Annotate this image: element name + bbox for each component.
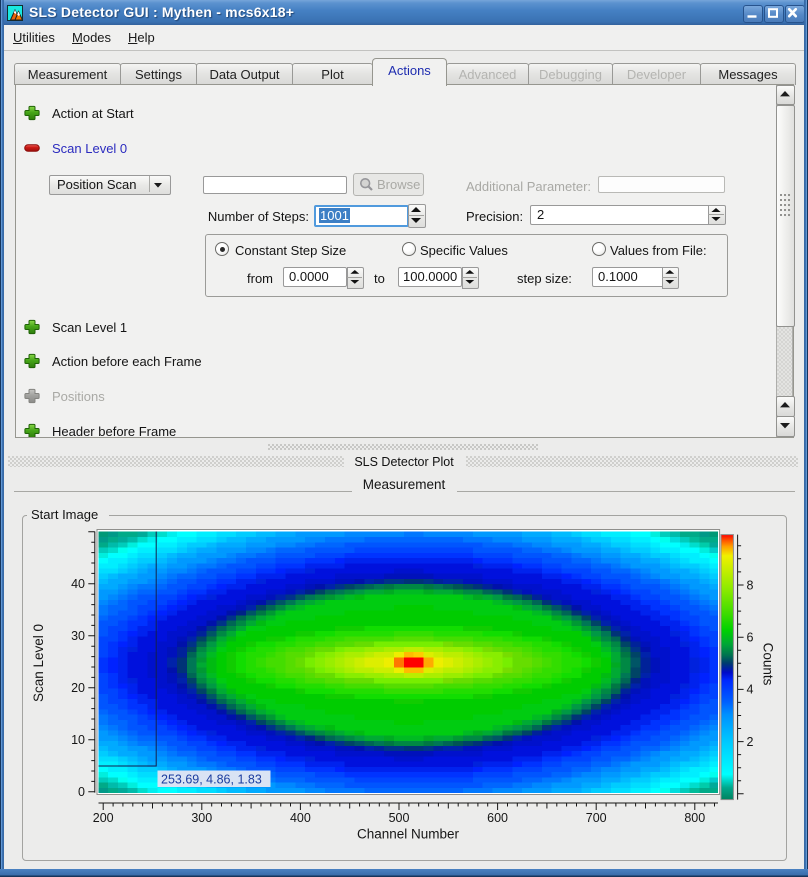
svg-text:Scan Level 0: Scan Level 0 <box>31 624 46 702</box>
svg-text:40: 40 <box>71 577 85 591</box>
svg-text:200: 200 <box>93 811 114 825</box>
svg-text:20: 20 <box>71 681 85 695</box>
svg-text:8: 8 <box>747 578 754 592</box>
svg-text:30: 30 <box>71 629 85 643</box>
svg-text:6: 6 <box>747 631 754 645</box>
svg-text:Channel Number: Channel Number <box>357 827 460 842</box>
svg-text:800: 800 <box>684 811 705 825</box>
svg-text:Counts: Counts <box>761 643 776 686</box>
svg-text:400: 400 <box>290 811 311 825</box>
svg-text:0: 0 <box>78 785 85 799</box>
svg-text:10: 10 <box>71 733 85 747</box>
svg-text:2: 2 <box>747 735 754 749</box>
svg-text:253.69, 4.86, 1.83: 253.69, 4.86, 1.83 <box>161 773 262 787</box>
svg-text:500: 500 <box>389 811 410 825</box>
svg-text:300: 300 <box>191 811 212 825</box>
svg-text:4: 4 <box>747 683 754 697</box>
svg-text:700: 700 <box>586 811 607 825</box>
svg-text:600: 600 <box>487 811 508 825</box>
